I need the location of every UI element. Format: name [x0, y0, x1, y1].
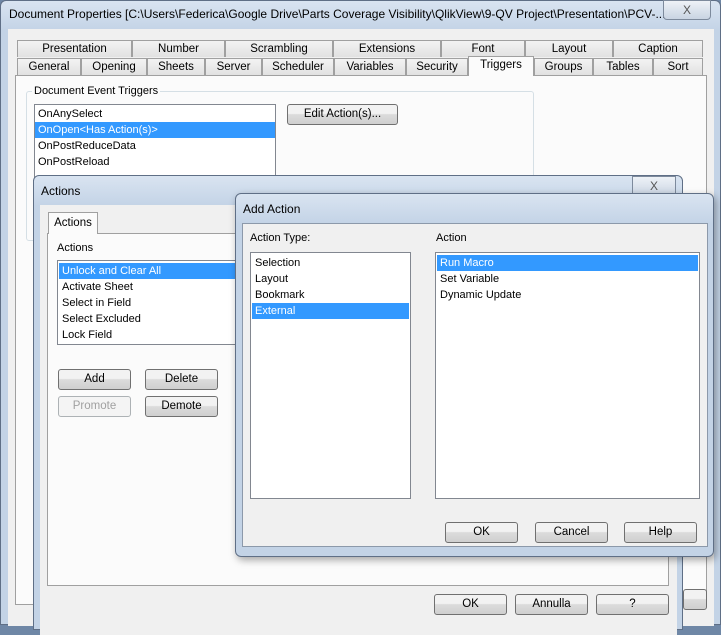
action-type-item[interactable]: Selection	[252, 255, 409, 271]
tab-triggers[interactable]: Triggers	[468, 56, 534, 76]
close-button[interactable]: X	[663, 0, 711, 20]
tab-presentation[interactable]: Presentation	[17, 40, 132, 57]
action-item-selected[interactable]: Unlock and Clear All	[59, 263, 245, 279]
tab-server[interactable]: Server	[205, 58, 262, 75]
actions-list[interactable]: Unlock and Clear All Activate Sheet Sele…	[57, 260, 247, 345]
close-icon: X	[682, 3, 691, 17]
tab-groups[interactable]: Groups	[534, 58, 593, 75]
action-item[interactable]: Set Variable	[437, 271, 698, 287]
action-item[interactable]: Select in Field	[59, 295, 245, 311]
window-title: Document Properties [C:\Users\Federica\G…	[9, 7, 666, 21]
action-item-selected[interactable]: Run Macro	[437, 255, 698, 271]
triggers-list[interactable]: OnAnySelect OnOpen<Has Action(s)> OnPost…	[34, 104, 276, 184]
action-list[interactable]: Run Macro Set Variable Dynamic Update	[435, 252, 700, 499]
tab-extensions[interactable]: Extensions	[333, 40, 441, 57]
action-type-item[interactable]: Layout	[252, 271, 409, 287]
trigger-item[interactable]: OnPostReduceData	[35, 138, 275, 154]
tab-caption[interactable]: Caption	[613, 40, 703, 57]
add-action-title: Add Action	[243, 202, 301, 216]
add-action-dialog: Add Action Action Type: Selection Layout…	[235, 193, 714, 557]
action-type-item-selected[interactable]: External	[252, 303, 409, 319]
tab-scrambling[interactable]: Scrambling	[225, 40, 333, 57]
tab-tables[interactable]: Tables	[593, 58, 653, 75]
action-item[interactable]: Lock Field	[59, 327, 245, 343]
action-type-item[interactable]: Bookmark	[252, 287, 409, 303]
trigger-item[interactable]: OnAnySelect	[35, 106, 275, 122]
trigger-item-selected[interactable]: OnOpen<Has Action(s)>	[35, 122, 275, 138]
tab-general[interactable]: General	[17, 58, 81, 75]
action-type-list[interactable]: Selection Layout Bookmark External	[250, 252, 411, 499]
hidden-button[interactable]	[683, 589, 707, 610]
action-type-label: Action Type:	[250, 232, 311, 244]
tab-security[interactable]: Security	[406, 58, 468, 75]
tab-scheduler[interactable]: Scheduler	[262, 58, 334, 75]
action-item[interactable]: Select Excluded	[59, 311, 245, 327]
cancel-button[interactable]: Cancel	[535, 522, 608, 543]
tab-actions[interactable]: Actions	[48, 212, 98, 234]
actions-dialog-title: Actions	[41, 184, 81, 198]
tab-sheets[interactable]: Sheets	[147, 58, 205, 75]
close-icon: X	[649, 179, 658, 193]
help-button[interactable]: Help	[624, 522, 697, 543]
tab-opening[interactable]: Opening	[81, 58, 147, 75]
cancel-button[interactable]: Annulla	[515, 594, 588, 615]
demote-button[interactable]: Demote	[145, 396, 218, 417]
delete-button[interactable]: Delete	[145, 369, 218, 390]
add-button[interactable]: Add	[58, 369, 131, 390]
ok-button[interactable]: OK	[434, 594, 507, 615]
tab-layout[interactable]: Layout	[525, 40, 613, 57]
tab-font[interactable]: Font	[441, 40, 525, 57]
tab-sort[interactable]: Sort	[653, 58, 703, 75]
action-item[interactable]: Activate Sheet	[59, 279, 245, 295]
action-item[interactable]: Dynamic Update	[437, 287, 698, 303]
help-button[interactable]: ?	[596, 594, 669, 615]
trigger-item[interactable]: OnPostReload	[35, 154, 275, 170]
group-label: Document Event Triggers	[32, 85, 161, 97]
action-label: Action	[436, 232, 467, 244]
edit-actions-button[interactable]: Edit Action(s)...	[287, 104, 398, 125]
ok-button[interactable]: OK	[445, 522, 518, 543]
tab-variables[interactable]: Variables	[334, 58, 406, 75]
actions-list-label: Actions	[57, 242, 94, 254]
tab-number[interactable]: Number	[132, 40, 225, 57]
promote-button[interactable]: Promote	[58, 396, 131, 417]
